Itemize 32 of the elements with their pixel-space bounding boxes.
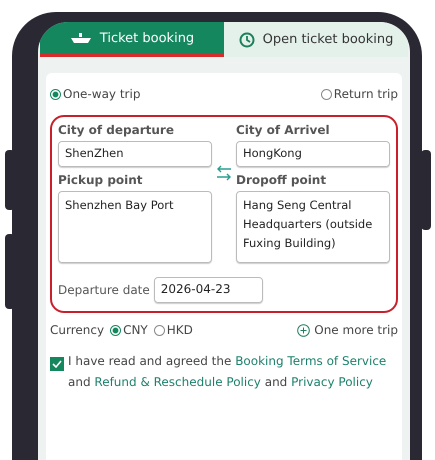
currency-label: Currency [50,323,104,337]
policy-link[interactable]: Booking Terms of Service [235,354,386,368]
radio-button[interactable] [320,88,332,100]
plus-circle-icon [297,324,310,336]
clock-icon [238,32,255,48]
field-label: City of Arrivel [236,123,331,137]
tab[interactable]: Ticket booking [40,22,224,57]
radio-option[interactable]: HKD [154,323,193,337]
date-field[interactable]: 2026-04-23 [154,277,263,303]
checkbox[interactable] [50,357,64,371]
radio-option[interactable]: Return trip [320,87,398,101]
radio-button[interactable] [50,88,61,100]
checkmark-icon [52,360,62,368]
field-label: Departure date [58,283,150,297]
policy-link[interactable]: Refund & Reschedule Policy [94,375,261,389]
radio-option[interactable]: CNY [110,323,148,337]
boat-icon [70,32,92,44]
swap-icon [215,165,233,181]
agreement-text: I have read and agreed the Booking Terms of Service and Refund & Reschedule Policy and Privacy Policy [68,353,388,391]
input-field[interactable]: HongKong [236,141,390,167]
radio-button[interactable] [154,324,165,336]
radio-option[interactable]: One-way trip [50,87,140,101]
input-field[interactable]: Hang Seng Central Headquarters (outside Fuxing Building) [236,191,390,263]
add-trip-link[interactable]: One more trip [297,323,398,337]
field-label: City of departure [58,123,175,137]
field-label: Pickup point [58,173,144,187]
tab[interactable]: Open ticket booking [224,22,408,57]
field-label: Dropoff point [236,173,328,187]
input-field[interactable]: ShenZhen [58,141,212,167]
input-field[interactable]: Shenzhen Bay Port [58,191,212,263]
policy-link[interactable]: Privacy Policy [291,375,373,389]
radio-button[interactable] [110,324,122,336]
